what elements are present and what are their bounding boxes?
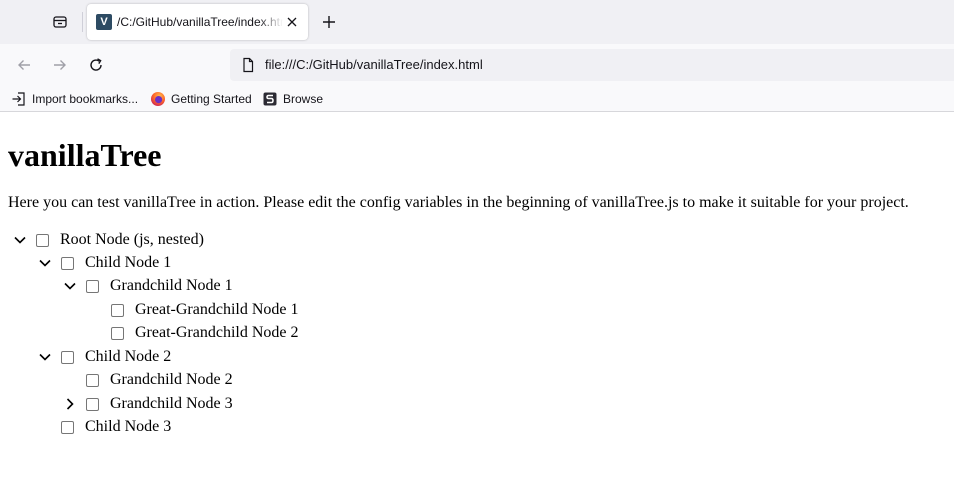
tree-checkbox[interactable]	[86, 279, 99, 293]
tree-node-label: Grandchild Node 3	[110, 395, 233, 412]
bookmark-label: Import bookmarks...	[32, 92, 139, 106]
forward-button[interactable]	[46, 51, 74, 79]
tree-node-label: Root Node (js, nested)	[60, 231, 204, 248]
tree-node-label: Great-Grandchild Node 1	[135, 301, 299, 318]
browse-icon	[262, 91, 278, 107]
bookmark-import[interactable]: Import bookmarks...	[11, 90, 138, 108]
new-tab-button[interactable]	[316, 9, 342, 35]
tree-node[interactable]: Grandchild Node 2	[61, 369, 233, 391]
bookmark-getting-started[interactable]: Getting Started	[150, 90, 252, 108]
intro-paragraph: Here you can test vanillaTree in action.…	[8, 194, 909, 211]
arrow-left-icon	[18, 60, 30, 70]
tab-list-button[interactable]	[45, 8, 75, 36]
bookmark-browse[interactable]: Browse	[262, 90, 323, 108]
bookmark-label: Browse	[283, 92, 324, 106]
chevron-down-icon[interactable]	[36, 254, 54, 272]
chevron-down-icon[interactable]	[61, 277, 79, 295]
tree-node[interactable]: Child Node 1	[36, 252, 171, 274]
address-bar[interactable]: file:///C:/GitHub/vanillaTree/index.html	[230, 49, 954, 81]
tree-checkbox[interactable]	[86, 397, 99, 411]
tree-node-label: Child Node 3	[85, 418, 172, 435]
tree-node-label: Child Node 2	[85, 348, 172, 365]
chevron-right-icon[interactable]	[61, 395, 79, 413]
chevron-down-icon[interactable]	[36, 348, 54, 366]
tab-title: /C:/GitHub/vanillaTree/index.html	[117, 15, 283, 29]
bookmarks-toolbar: Import bookmarks... Getting Started Brow…	[0, 86, 954, 112]
tree-node-label: Grandchild Node 2	[110, 371, 233, 388]
tree-node-label: Great-Grandchild Node 2	[135, 324, 299, 341]
tab-separator	[82, 12, 83, 32]
tree-checkbox[interactable]	[86, 373, 99, 387]
tree-node[interactable]: Grandchild Node 3	[61, 393, 233, 415]
tree-node[interactable]: Root Node (js, nested)	[11, 229, 204, 251]
tree-checkbox[interactable]	[61, 256, 74, 270]
chevron-down-icon[interactable]	[11, 231, 29, 249]
page-title: vanillaTree	[8, 137, 162, 173]
back-button[interactable]	[10, 51, 38, 79]
tree-node[interactable]: Child Node 3	[36, 416, 171, 438]
site-favicon-icon: V	[96, 14, 112, 30]
tab-list-icon	[53, 16, 67, 28]
tree-node[interactable]: Grandchild Node 1	[61, 275, 233, 297]
plus-icon	[323, 16, 335, 28]
tree-checkbox[interactable]	[36, 233, 49, 247]
page-content: vanillaTree Here you can test vanillaTre…	[0, 113, 954, 486]
tab-close-button[interactable]	[284, 14, 300, 30]
navigation-toolbar: file:///C:/GitHub/vanillaTree/index.html	[0, 44, 954, 86]
tree-node-label: Grandchild Node 1	[110, 277, 233, 294]
address-text: file:///C:/GitHub/vanillaTree/index.html	[265, 57, 483, 72]
tree-node[interactable]: Great-Grandchild Node 1	[86, 299, 299, 321]
tree-checkbox[interactable]	[111, 303, 124, 317]
tab-strip: V /C:/GitHub/vanillaTree/index.html	[0, 0, 954, 44]
arrow-right-icon	[54, 60, 66, 70]
close-icon	[287, 17, 297, 27]
reload-button[interactable]	[82, 51, 110, 79]
reload-icon	[90, 58, 102, 71]
page-icon	[243, 57, 254, 73]
tab-active[interactable]: V /C:/GitHub/vanillaTree/index.html	[87, 4, 308, 40]
tree-checkbox[interactable]	[61, 350, 74, 364]
import-icon	[11, 91, 27, 107]
tree-checkbox[interactable]	[61, 420, 74, 434]
tree-node[interactable]: Great-Grandchild Node 2	[86, 322, 299, 344]
firefox-icon	[150, 91, 166, 107]
tree-checkbox[interactable]	[111, 326, 124, 340]
tree-node[interactable]: Child Node 2	[36, 346, 171, 368]
bookmark-label: Getting Started	[171, 92, 252, 106]
tree-node-label: Child Node 1	[85, 254, 172, 271]
